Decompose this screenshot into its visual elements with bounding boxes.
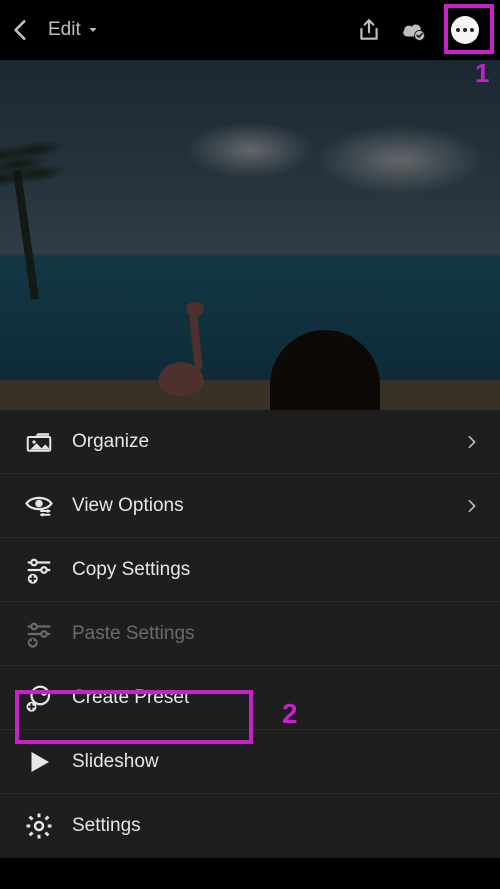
chevron-left-icon xyxy=(8,17,34,43)
menu-item-settings[interactable]: Settings xyxy=(0,794,500,858)
menu-item-label: View Options xyxy=(72,495,446,517)
photo-decoration xyxy=(0,380,500,410)
top-bar-right xyxy=(356,9,492,51)
mode-dropdown[interactable]: Edit xyxy=(48,19,99,41)
menu-item-view-options[interactable]: View Options xyxy=(0,474,500,538)
photo-decoration xyxy=(270,330,380,410)
photo-decoration xyxy=(150,300,220,410)
preset-plus-icon xyxy=(24,683,54,713)
cloud-check-icon xyxy=(400,17,426,43)
menu-item-paste-settings: Paste Settings xyxy=(0,602,500,666)
menu-item-label: Settings xyxy=(72,815,480,837)
menu-item-organize[interactable]: Organize xyxy=(0,410,500,474)
photo-decoration xyxy=(13,170,39,300)
sliders-down-icon xyxy=(24,619,54,649)
photo-decoration xyxy=(0,256,500,410)
photo-decoration xyxy=(180,100,500,200)
annotation-label-2: 2 xyxy=(282,698,298,730)
annotation-label-1: 1 xyxy=(475,58,489,89)
more-icon xyxy=(451,16,479,44)
share-button[interactable] xyxy=(356,17,382,43)
top-bar-left: Edit xyxy=(8,17,99,43)
eye-settings-icon xyxy=(24,491,54,521)
menu-item-label: Slideshow xyxy=(72,751,480,773)
menu-item-label: Copy Settings xyxy=(72,559,480,581)
menu-item-label: Paste Settings xyxy=(72,623,480,645)
top-bar: Edit xyxy=(0,0,500,60)
menu-item-copy-settings[interactable]: Copy Settings xyxy=(0,538,500,602)
chevron-right-icon xyxy=(464,498,480,514)
menu-item-label: Create Preset xyxy=(72,687,480,709)
mode-label: Edit xyxy=(48,19,81,41)
back-button[interactable] xyxy=(8,17,34,43)
organize-icon xyxy=(24,427,54,457)
more-options-button[interactable] xyxy=(444,9,486,51)
chevron-down-icon xyxy=(87,24,99,36)
photo-preview[interactable] xyxy=(0,60,500,410)
cloud-sync-button[interactable] xyxy=(400,17,426,43)
overflow-menu: Organize View Options Copy Settings Past… xyxy=(0,410,500,858)
sliders-plus-icon xyxy=(24,555,54,585)
play-icon xyxy=(24,747,54,777)
menu-item-label: Organize xyxy=(72,431,446,453)
share-icon xyxy=(356,17,382,43)
gear-icon xyxy=(24,811,54,841)
menu-item-slideshow[interactable]: Slideshow xyxy=(0,730,500,794)
chevron-right-icon xyxy=(464,434,480,450)
menu-item-create-preset[interactable]: Create Preset xyxy=(0,666,500,730)
